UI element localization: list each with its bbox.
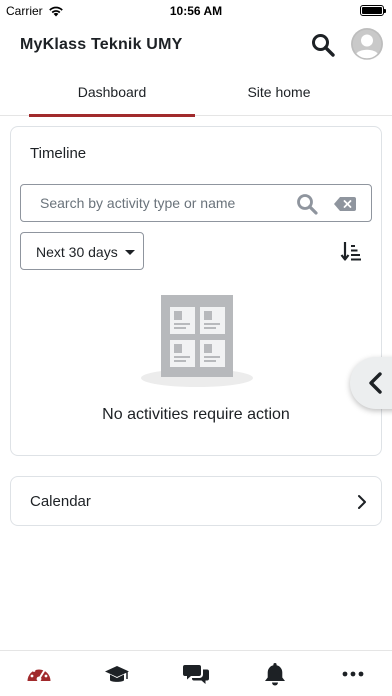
bell-icon[interactable]: [262, 661, 288, 687]
messages-icon[interactable]: [183, 661, 209, 687]
tab-site-home[interactable]: Site home: [196, 68, 362, 116]
chevron-down-icon: [125, 250, 135, 255]
sort-icon[interactable]: [340, 240, 362, 262]
clear-search-icon[interactable]: [334, 197, 356, 211]
empty-state-message: No activities require action: [102, 406, 290, 423]
more-icon[interactable]: [340, 661, 366, 687]
graduation-cap-icon[interactable]: [104, 661, 130, 687]
dashboard-gauge-icon[interactable]: [26, 661, 52, 687]
chevron-right-icon: [358, 495, 366, 509]
app-title: MyKlass Teknik UMY: [20, 36, 183, 53]
calendar-title: Calendar: [30, 493, 91, 510]
timeline-search-box: [20, 184, 372, 222]
search-icon[interactable]: [310, 32, 336, 58]
timeline-search-input[interactable]: [31, 185, 291, 221]
status-bar: Carrier 10:56 AM: [0, 0, 392, 22]
user-avatar-icon[interactable]: [351, 28, 383, 60]
timeline-card: Timeline Next 30 days: [10, 126, 382, 456]
status-time: 10:56 AM: [169, 4, 223, 18]
timeline-filter-dropdown[interactable]: Next 30 days: [20, 232, 144, 270]
user-silhouette-icon: [351, 28, 383, 60]
battery-icon: [360, 5, 386, 16]
main-tabs: Dashboard Site home: [0, 68, 392, 117]
tab-dashboard[interactable]: Dashboard: [29, 68, 195, 117]
chevron-left-icon: [369, 372, 382, 394]
search-icon[interactable]: [296, 193, 318, 215]
filter-selected-label: Next 30 days: [36, 244, 118, 260]
calendar-card[interactable]: Calendar: [10, 476, 382, 526]
empty-activities-illustration: [141, 295, 253, 387]
app-header: MyKlass Teknik UMY: [0, 22, 392, 68]
bottom-navigation: [0, 650, 392, 696]
timeline-title: Timeline: [30, 145, 87, 162]
